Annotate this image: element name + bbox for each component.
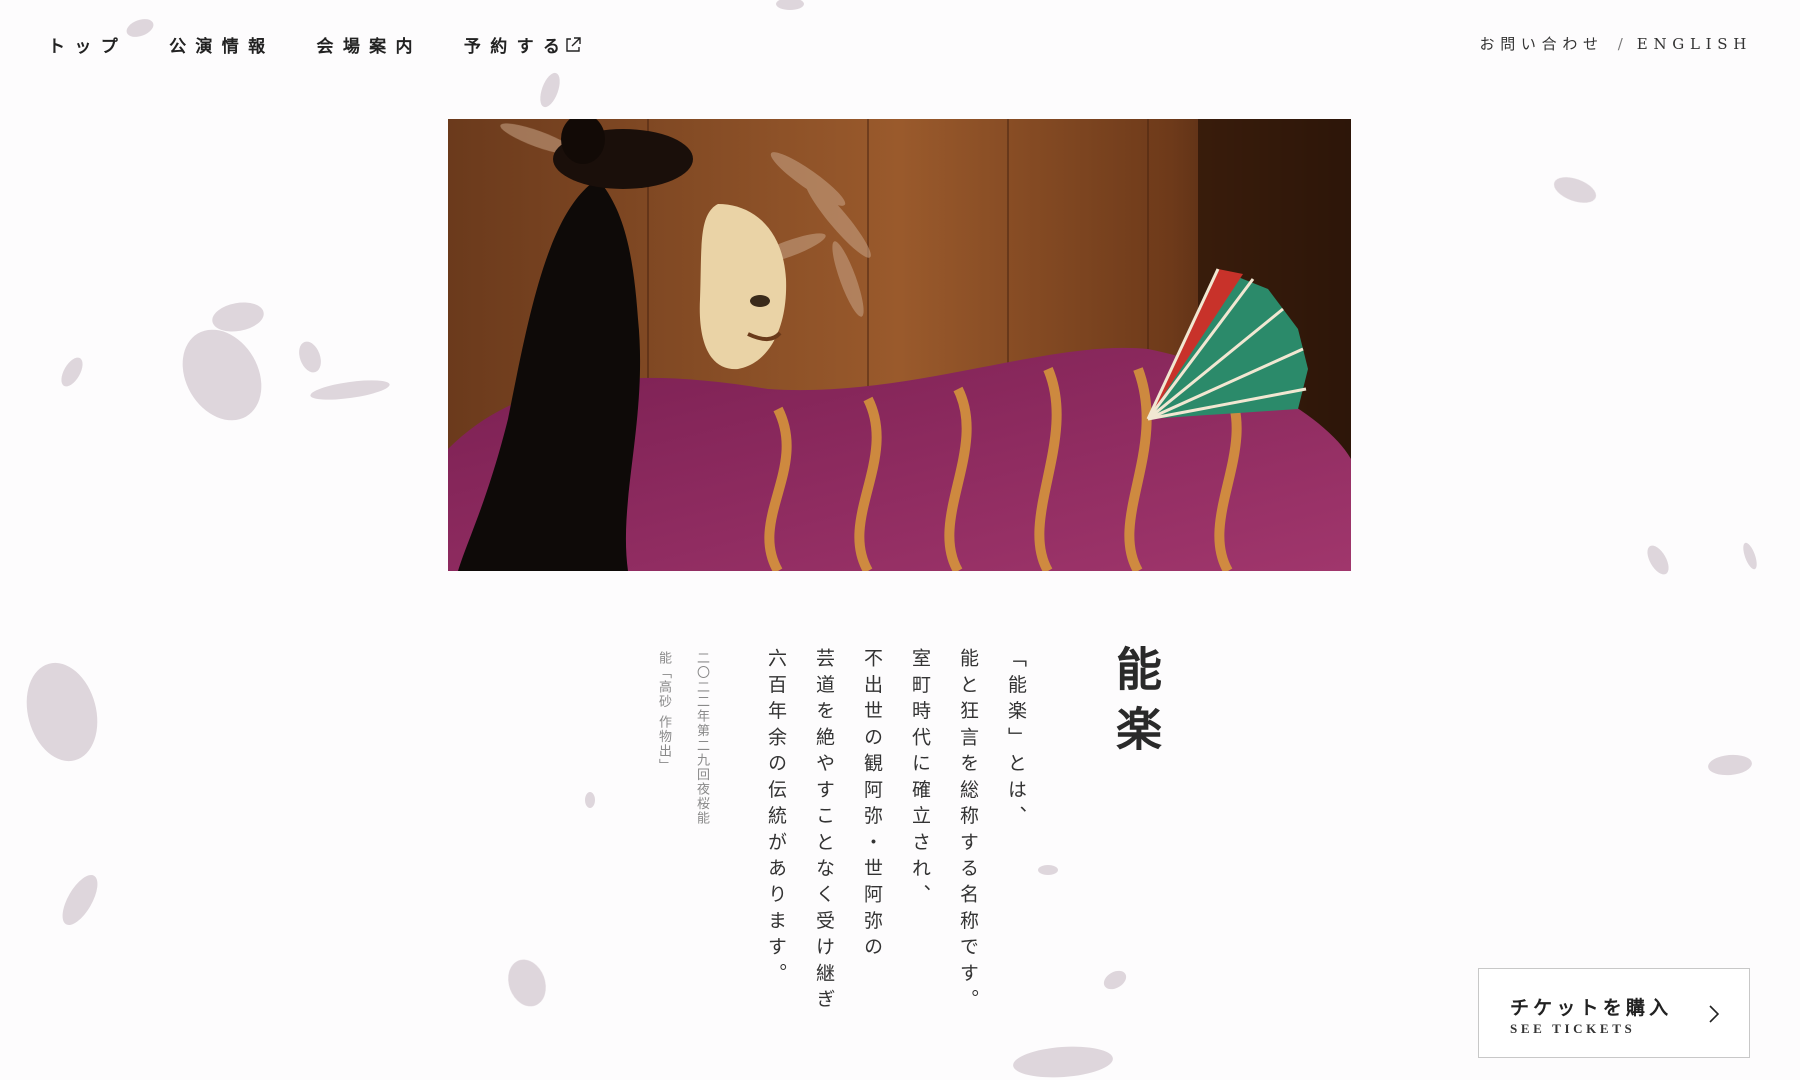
nav-separator: / bbox=[1617, 34, 1623, 53]
see-tickets-button[interactable]: チケットを購入 SEE TICKETS bbox=[1478, 968, 1750, 1058]
external-link-icon bbox=[566, 36, 581, 52]
nav-reserve-label: 予約する bbox=[463, 37, 570, 57]
nav-performances-link[interactable]: 公演情報 bbox=[169, 32, 274, 57]
photo-caption: 二〇二二年第二九回夜桜能 能「高砂 作物出」 bbox=[644, 651, 720, 891]
caption-line-1: 二〇二二年第二九回夜桜能 bbox=[694, 651, 709, 826]
section-body: 「能楽」とは、 能と狂言を総称する名称です。 室町時代に確立され、 不出世の観阿… bbox=[752, 648, 1040, 1048]
body-line-2: 能と狂言を総称する名称です。 bbox=[957, 648, 979, 1016]
nav-venue-label: 会場案内 bbox=[316, 37, 422, 57]
body-line-3: 室町時代に確立され、 bbox=[909, 648, 931, 911]
body-line-4: 不出世の観阿弥・世阿弥の bbox=[861, 648, 883, 963]
english-link[interactable]: ENGLISH bbox=[1637, 35, 1752, 53]
utility-nav: お問い合わせ / ENGLISH bbox=[1480, 33, 1752, 54]
hero-image bbox=[448, 119, 1351, 571]
nav-reserve-link[interactable]: 予約する bbox=[464, 32, 581, 57]
main-nav: トップ 公演情報 会場案内 予約する bbox=[48, 32, 581, 57]
body-line-6: 六百年余の伝統があります。 bbox=[765, 648, 787, 989]
body-line-1: 「能楽」とは、 bbox=[1005, 648, 1027, 832]
nav-venue-link[interactable]: 会場案内 bbox=[316, 32, 421, 57]
caption-line-2: 能「高砂 作物出」 bbox=[656, 651, 671, 774]
nav-performances-label: 公演情報 bbox=[169, 37, 275, 57]
nav-top-link[interactable]: トップ bbox=[48, 32, 127, 57]
ticket-label-jp: チケットを購入 bbox=[1510, 997, 1673, 1019]
noh-performer-photo bbox=[448, 119, 1351, 571]
section-title: 能楽 bbox=[1109, 645, 1163, 765]
chevron-right-icon bbox=[1709, 1005, 1719, 1023]
contact-link[interactable]: お問い合わせ bbox=[1480, 33, 1604, 54]
body-line-5: 芸道を絶やすことなく受け継ぎ bbox=[813, 648, 835, 1016]
ticket-label-en: SEE TICKETS bbox=[1510, 1021, 1636, 1036]
nav-top-label: トップ bbox=[48, 37, 128, 57]
